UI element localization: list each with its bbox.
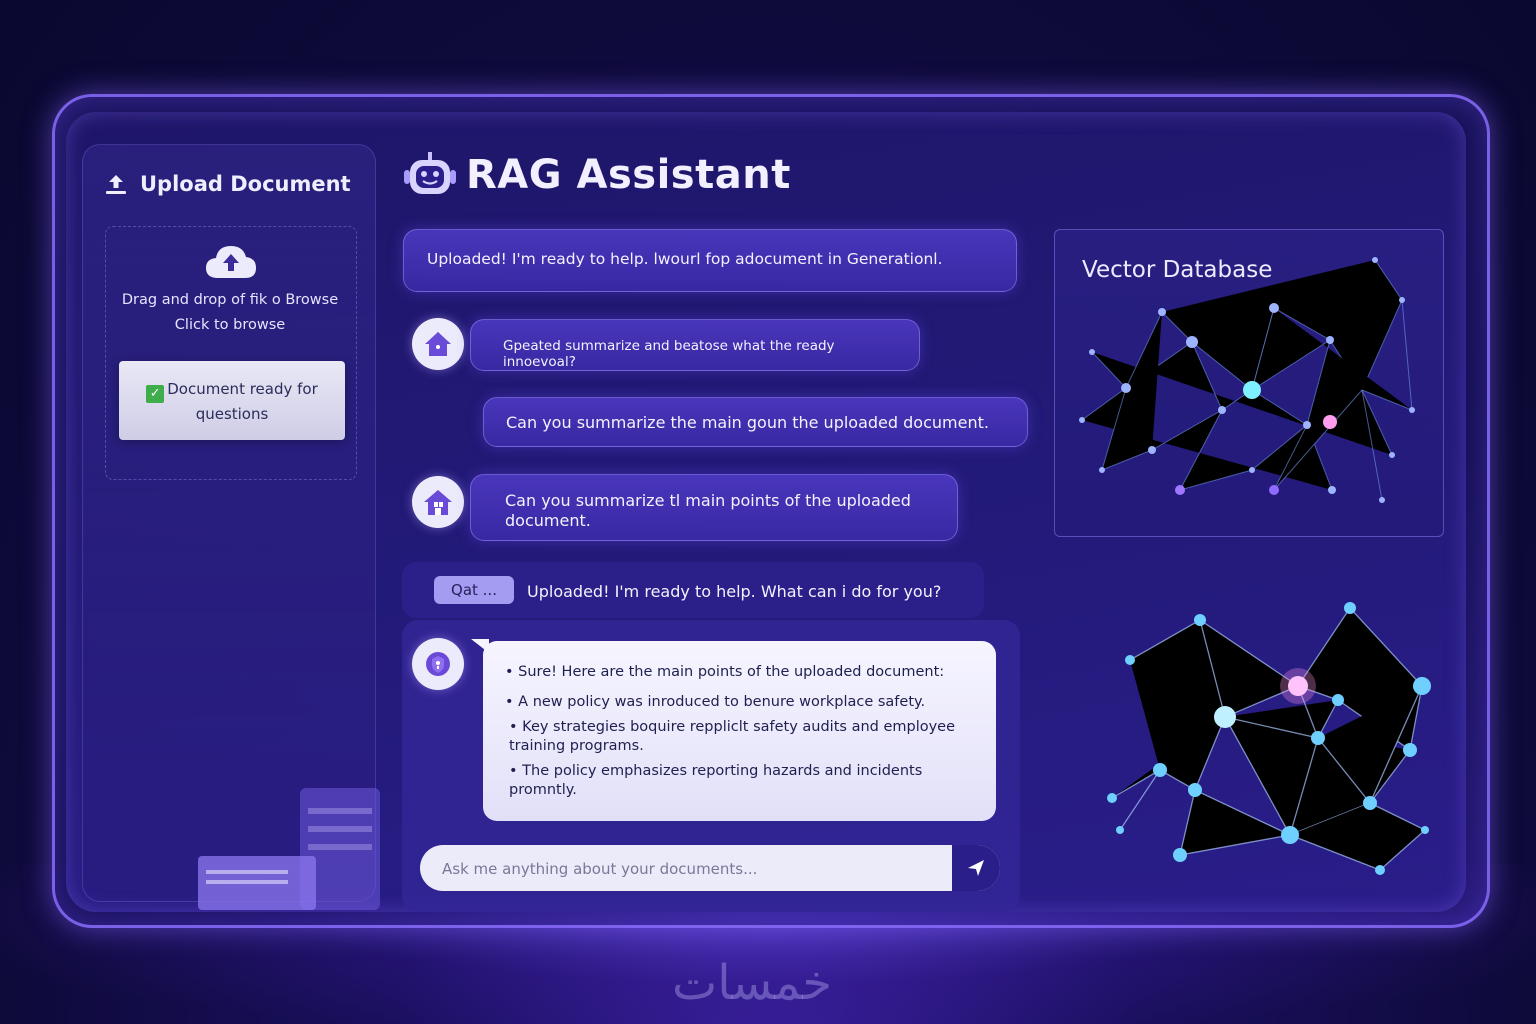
status-line2: questions [195,405,269,423]
dropzone-instructions: Drag and drop of fik o Browse [121,292,339,308]
message-tag: Qat ... [434,576,514,604]
check-icon: ✓ [146,385,165,403]
send-button[interactable] [952,845,1000,891]
message-text: Can you summarize the main goun the uplo… [506,413,989,432]
answer-intro: • Sure! Here are the main points of the … [505,664,945,680]
message-text: Uploaded! I'm ready to help. What can i … [527,582,942,601]
chat-input[interactable] [440,845,944,893]
chat-message: Uploaded! I'm ready to help. lwourl fop … [403,229,1017,292]
vector-network-graphic [1079,257,1415,503]
house-icon [424,490,452,515]
glowing-network-graphic [1107,602,1431,875]
server-illustration [198,788,380,910]
answer-point: • A new policy was inroduced to benure w… [505,694,926,710]
bubble-tail [471,639,489,653]
answer-point: • Key strategies boquire reppliclt safet… [509,719,956,754]
shield-icon [426,652,450,676]
message-text: Uploaded! I'm ready to help. lwourl fop … [427,250,943,268]
chat-message: Can you summarize tl main points of the … [470,474,958,541]
bot-avatar [412,638,464,690]
cloud-upload-icon [206,246,256,278]
upload-icon [106,175,126,194]
document-status-card: ✓ Document ready for questions [119,361,345,440]
user-avatar [412,476,464,528]
upload-header: Upload Document [104,172,351,196]
status-line1: Document ready for [167,380,318,398]
answer-point: • The policy emphasizes reporting hazard… [509,763,923,798]
bot-avatar [412,318,464,370]
upload-title: Upload Document [140,172,351,196]
send-icon [968,860,984,876]
chat-message: Can you summarize the main goun the uplo… [483,397,1028,447]
chat-message: Gpeated summarize and beatose what the r… [470,319,920,371]
watermark-logo: خمسات [672,955,833,1011]
message-text: Can you summarize tl main points of the … [505,491,911,530]
app-title: RAG Assistant [466,152,791,198]
assistant-answer: • Sure! Here are the main points of the … [471,639,996,821]
message-text: Gpeated summarize and beatose what the r… [503,338,835,370]
home-icon [425,332,451,356]
robot-icon [404,152,456,194]
chat-input-bar [420,845,1000,893]
click-to-browse-link[interactable]: Click to browse [105,317,355,333]
